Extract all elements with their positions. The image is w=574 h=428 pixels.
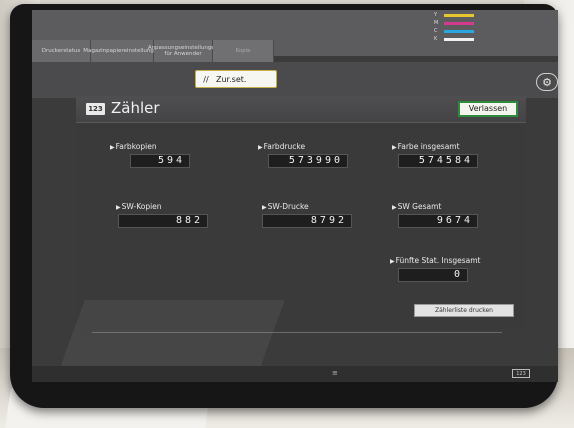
counter-value: 573990 [268,154,348,168]
window-title: Zähler [111,99,160,117]
device-bezel: Y M C K Druckerstatus Magazinpapiereinst… [10,4,558,408]
counter-farbkopien: Farbkopien 594 [110,142,190,168]
counter-farbe-insgesamt: Farbe insgesamt 574584 [392,142,478,168]
counter-label: Farbkopien [110,142,157,151]
settings-gear-button[interactable]: ⚙ [536,73,558,91]
counter-sw-kopien: SW-Kopien 882 [116,202,208,228]
tab-anpassungseinstellungen[interactable]: Anpassungseinstellungen für Anwender [148,40,218,62]
counter-label: Farbdrucke [258,142,305,151]
tab-kopie[interactable]: Kopie [213,40,274,62]
toner-yellow: Y [434,12,494,20]
print-counter-list-button[interactable]: Zählerliste drucken [414,304,514,317]
touch-screen: Y M C K Druckerstatus Magazinpapiereinst… [32,10,558,382]
reset-icon: // [203,74,209,84]
counter-label: SW Gesamt [392,202,442,211]
counter-farbdrucke: Farbdrucke 573990 [258,142,348,168]
counter-value: 8792 [262,214,352,228]
counter-value: 9674 [398,214,478,228]
counter-icon: 123 [86,103,105,115]
screen-glare [59,300,285,370]
counter-label: SW-Kopien [116,202,162,211]
counter-sw-drucke: SW-Drucke 8792 [262,202,352,228]
window-title-bar: 123 Zähler Verlassen [76,96,526,123]
toner-cyan: C [434,28,494,36]
reset-button[interactable]: // Zur.set. [195,70,277,88]
bottom-bar [32,366,558,382]
menu-icon[interactable]: ≡ [332,370,342,377]
exit-button[interactable]: Verlassen [458,101,518,117]
top-bar [32,62,558,98]
gear-icon: ⚙ [542,75,552,89]
tab-druckerstatus[interactable]: Druckerstatus [32,40,91,62]
counter-label: Farbe insgesamt [392,142,460,151]
counter-value: 594 [130,154,190,168]
function-tabs: Druckerstatus Magazinpapiereinstellungen… [32,40,558,62]
counter-value: 574584 [398,154,478,168]
page-indicator: 123 [512,369,530,378]
counter-sw-gesamt: SW Gesamt 9674 [392,202,478,228]
toner-magenta: M [434,20,494,28]
counter-value: 882 [118,214,208,228]
counter-label: Fünfte Stat. Insgesamt [390,256,481,265]
counter-fuenfte-stat: Fünfte Stat. Insgesamt 0 [390,256,481,282]
counter-label: SW-Drucke [262,202,309,211]
counter-value: 0 [398,268,468,282]
counter-window: 123 Zähler Verlassen Farbkopien 594 Farb… [76,96,526,330]
tab-magazinpapier[interactable]: Magazinpapiereinstellungen [83,40,161,62]
reset-label: Zur.set. [216,74,247,84]
